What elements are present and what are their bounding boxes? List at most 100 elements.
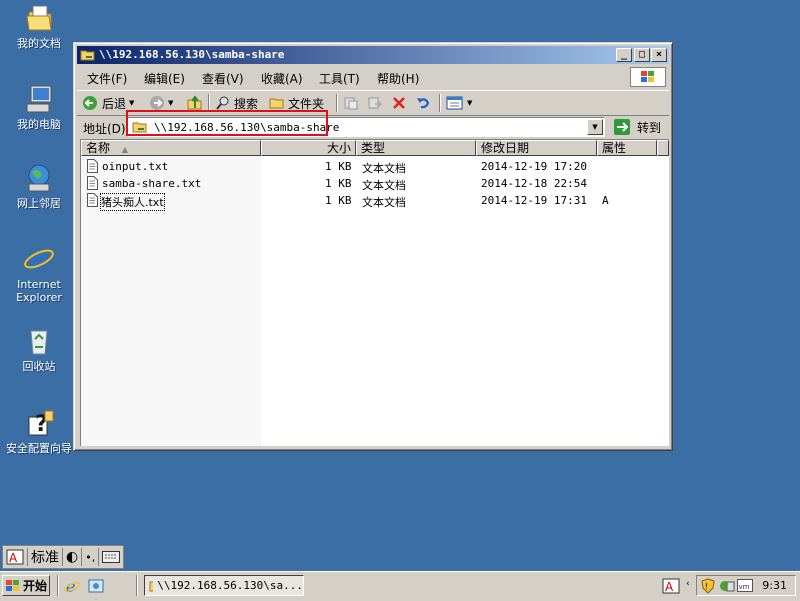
tray-expand-icon[interactable]: ‹ bbox=[686, 579, 690, 589]
file-modified: 2014-12-19 17:20 bbox=[481, 160, 587, 173]
desktop-icon-internet-explorer[interactable]: e Internet Explorer bbox=[1, 243, 77, 304]
desktop-icon-security-wizard[interactable]: ? 安全配置向导 bbox=[1, 407, 77, 455]
security-shield-icon[interactable]: ! bbox=[701, 578, 715, 597]
menu-edit[interactable]: 编辑(E) bbox=[144, 70, 185, 87]
menu-tools[interactable]: 工具(T) bbox=[319, 70, 360, 87]
desktop-icon-label: Internet Explorer bbox=[16, 278, 62, 304]
system-tray: ! vm 9:31 bbox=[696, 575, 796, 596]
explorer-window: \\192.168.56.130\samba-share _ □ × 文件(F)… bbox=[73, 42, 673, 451]
text-file-icon bbox=[87, 193, 98, 207]
half-width-icon[interactable]: ◐ bbox=[63, 548, 83, 566]
move-to-button[interactable] bbox=[343, 94, 359, 112]
delete-icon bbox=[393, 97, 405, 109]
my-documents-icon bbox=[23, 2, 55, 34]
address-label: 地址(D) bbox=[83, 122, 126, 136]
network-status-icon[interactable] bbox=[719, 578, 735, 597]
column-header-modified[interactable]: 修改日期 bbox=[476, 140, 597, 156]
quick-launch-separator bbox=[136, 575, 138, 596]
windows-logo-icon bbox=[630, 67, 666, 87]
file-name: 猪头痴人.txt bbox=[100, 193, 165, 211]
desktop-icon-my-computer[interactable]: 我的电脑 bbox=[1, 83, 77, 131]
column-attributes-label: 属性 bbox=[602, 141, 627, 155]
toolbar-separator bbox=[336, 94, 338, 112]
menu-help[interactable]: 帮助(H) bbox=[377, 70, 419, 87]
file-type: 文本文档 bbox=[362, 162, 406, 175]
menu-favorites[interactable]: 收藏(A) bbox=[261, 70, 303, 87]
column-name-label: 名称 bbox=[86, 141, 111, 155]
menu-file[interactable]: 文件(F) bbox=[87, 70, 127, 87]
go-label: 转到 bbox=[637, 120, 662, 135]
views-button[interactable]: ▼ bbox=[446, 94, 472, 112]
move-to-icon bbox=[344, 97, 358, 110]
search-icon bbox=[216, 96, 229, 110]
quick-launch-separator bbox=[57, 575, 59, 596]
taskbar-window-label: \\192.168.56.130\sa... bbox=[157, 579, 303, 592]
desktop-icon-recycle-bin[interactable]: 回收站 bbox=[1, 325, 77, 373]
quick-launch-explorer-icon[interactable] bbox=[88, 578, 104, 597]
desktop-icon-label: 我的文档 bbox=[17, 37, 61, 50]
file-name: oinput.txt bbox=[102, 160, 169, 173]
desktop-icon-label: 回收站 bbox=[22, 360, 56, 373]
column-header-type[interactable]: 类型 bbox=[356, 140, 476, 156]
title-bar[interactable]: \\192.168.56.130\samba-share _ □ × bbox=[77, 46, 669, 64]
search-label: 搜索 bbox=[234, 96, 259, 111]
ime-toolbar[interactable]: A 标准 ◐ •, bbox=[2, 545, 125, 569]
security-wizard-icon: ? bbox=[23, 407, 55, 439]
sort-ascending-icon: ▲ bbox=[121, 145, 128, 154]
vmware-tools-icon[interactable]: vm bbox=[737, 579, 753, 596]
file-list[interactable]: 名称 ▲ 大小 类型 修改日期 属性 oinput.txt 1 KB 文本文档 bbox=[80, 139, 669, 446]
undo-button[interactable] bbox=[415, 94, 431, 112]
desktop-icon-network[interactable]: 网上邻居 bbox=[1, 162, 77, 210]
toolbar-separator bbox=[439, 94, 441, 112]
network-icon bbox=[23, 162, 55, 194]
ime-mode-label[interactable]: 标准 bbox=[28, 548, 63, 566]
file-modified: 2014-12-18 22:54 bbox=[481, 177, 587, 190]
delete-button[interactable] bbox=[391, 94, 407, 112]
chevron-down-icon[interactable]: ▼ bbox=[129, 99, 134, 107]
soft-keyboard-icon[interactable] bbox=[99, 548, 123, 566]
file-row[interactable]: 猪头痴人.txt 1 KB 文本文档 2014-12-19 17:31 A bbox=[81, 192, 669, 211]
column-header-attributes[interactable]: 属性 bbox=[597, 140, 657, 156]
start-button[interactable]: 开始 bbox=[2, 575, 50, 596]
forward-arrow-icon bbox=[150, 96, 164, 110]
taskbar: 开始 e \\192.168.56.130\sa... A ‹ ! vm 9:3… bbox=[0, 571, 800, 601]
punctuation-icon[interactable]: •, bbox=[82, 548, 100, 566]
undo-icon bbox=[417, 98, 430, 109]
svg-text:e: e bbox=[29, 244, 47, 275]
back-label: 后退 bbox=[102, 96, 127, 111]
file-row[interactable]: samba-share.txt 1 KB 文本文档 2014-12-18 22:… bbox=[81, 175, 669, 192]
internet-explorer-icon: e bbox=[23, 243, 55, 279]
recycle-bin-icon bbox=[23, 325, 55, 357]
back-arrow-icon bbox=[83, 96, 97, 110]
taskbar-window-button[interactable]: \\192.168.56.130\sa... bbox=[144, 575, 304, 596]
file-size: 1 KB bbox=[325, 194, 352, 207]
network-folder-icon bbox=[149, 581, 154, 591]
close-button[interactable]: × bbox=[651, 48, 667, 62]
minimize-button[interactable]: _ bbox=[616, 48, 632, 62]
copy-to-button[interactable] bbox=[367, 94, 383, 112]
chevron-down-icon[interactable]: ▼ bbox=[467, 99, 472, 107]
desktop-icon-my-documents[interactable]: 我的文档 bbox=[1, 2, 77, 50]
menu-bar: 文件(F) 编辑(E) 查看(V) 收藏(A) 工具(T) 帮助(H) bbox=[77, 66, 669, 88]
quick-launch-ie-icon[interactable]: e bbox=[64, 577, 80, 597]
go-arrow-icon bbox=[614, 119, 630, 135]
column-header-filler bbox=[657, 140, 669, 156]
maximize-button[interactable]: □ bbox=[634, 48, 650, 62]
folder-icon bbox=[269, 98, 284, 109]
desktop-icon-label: 我的电脑 bbox=[17, 118, 61, 131]
clock[interactable]: 9:31 bbox=[762, 579, 787, 592]
menu-view[interactable]: 查看(V) bbox=[202, 70, 244, 87]
ime-switch-icon[interactable]: A bbox=[3, 548, 28, 566]
svg-text:!: ! bbox=[705, 582, 708, 591]
chevron-down-icon[interactable]: ▼ bbox=[168, 99, 173, 107]
column-header-name[interactable]: 名称 ▲ bbox=[81, 140, 261, 156]
file-row[interactable]: oinput.txt 1 KB 文本文档 2014-12-19 17:20 bbox=[81, 158, 669, 175]
go-button[interactable]: 转到 bbox=[613, 118, 661, 136]
file-type: 文本文档 bbox=[362, 196, 406, 209]
ime-tray-icon[interactable]: A bbox=[662, 578, 680, 597]
column-header-size[interactable]: 大小 bbox=[261, 140, 356, 156]
file-attributes: A bbox=[602, 194, 609, 207]
svg-text:A: A bbox=[9, 551, 18, 565]
file-type: 文本文档 bbox=[362, 179, 406, 192]
address-dropdown-button[interactable]: ▼ bbox=[587, 119, 603, 135]
